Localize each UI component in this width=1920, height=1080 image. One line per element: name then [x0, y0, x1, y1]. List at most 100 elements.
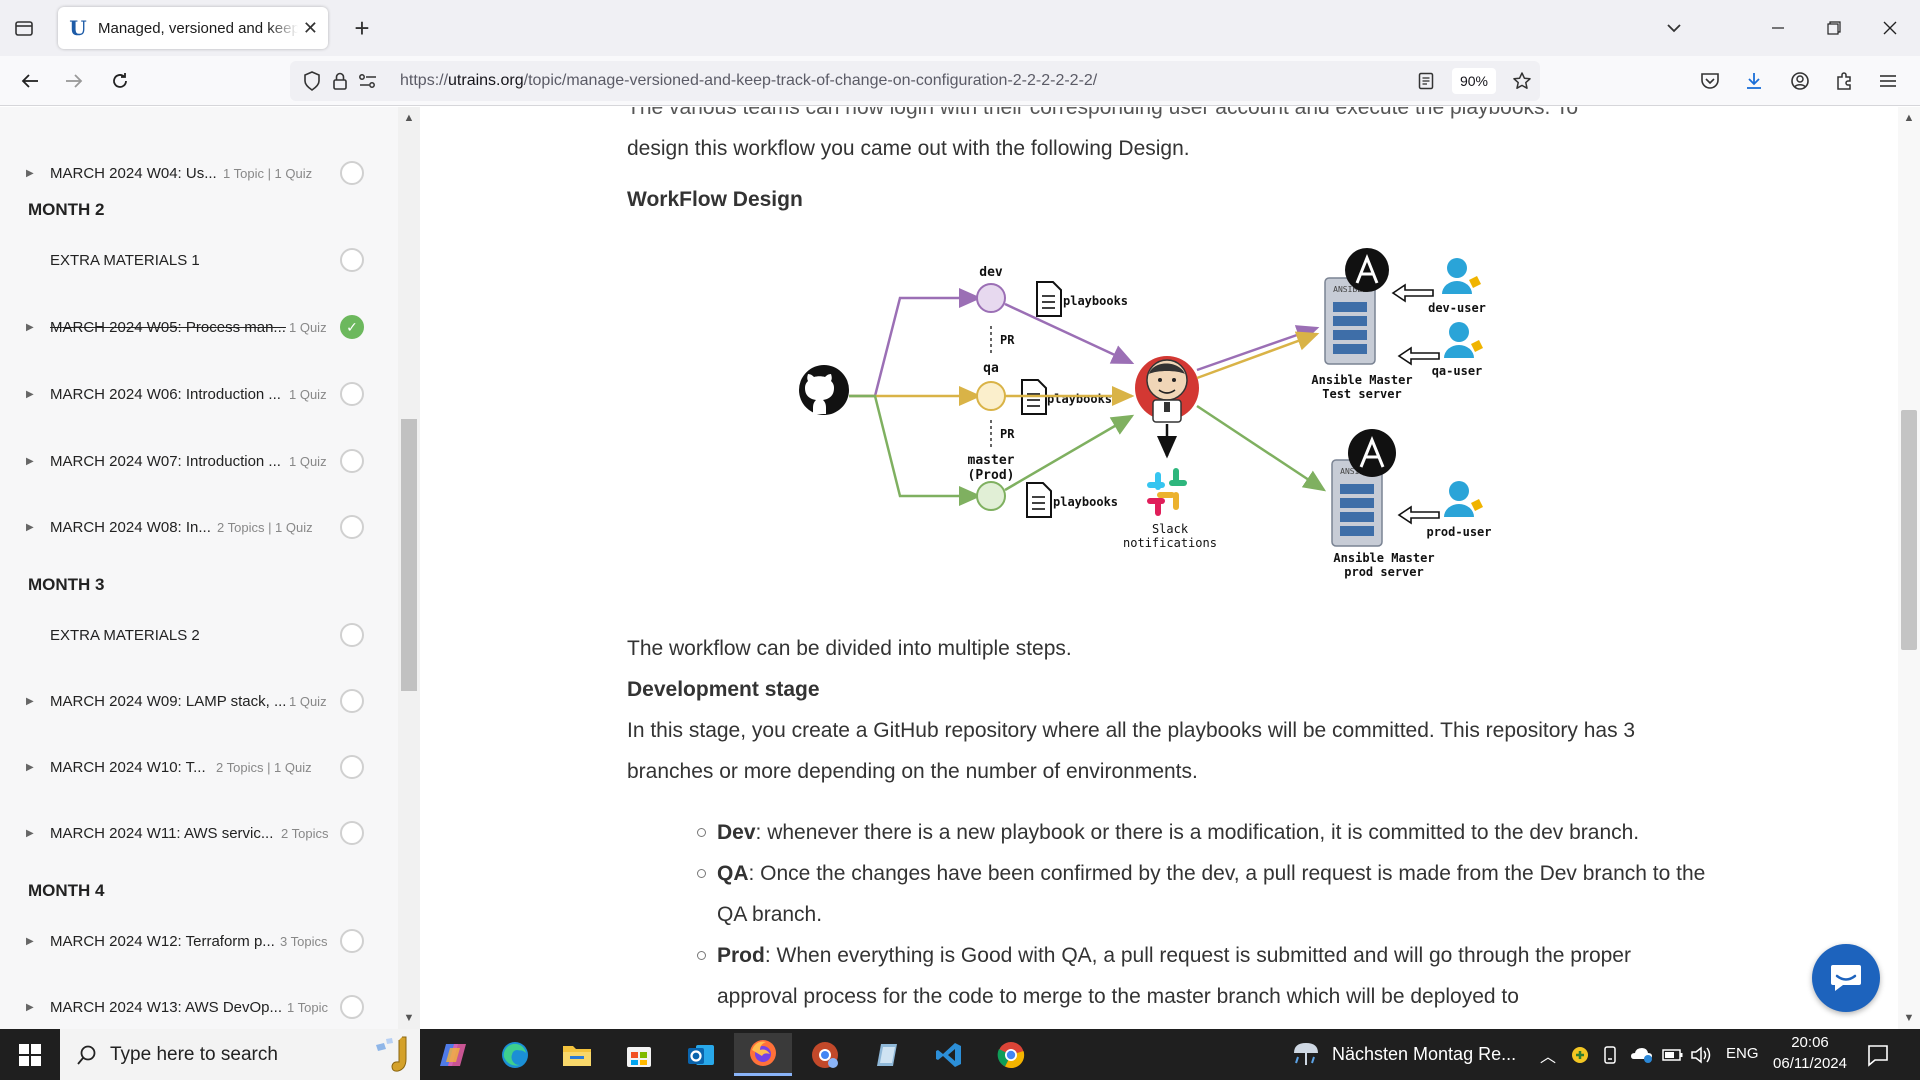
reload-icon[interactable]: [104, 65, 136, 97]
microsoft-store-icon[interactable]: [610, 1033, 668, 1076]
lesson-title: MARCH 2024 W06: Introduction ...: [50, 385, 281, 403]
outlook-icon[interactable]: [672, 1033, 730, 1076]
windows-start-icon[interactable]: [0, 1029, 60, 1080]
onedrive-sync-icon[interactable]: [1630, 1043, 1654, 1065]
progress-circle-icon: [340, 449, 364, 473]
expand-caret-icon[interactable]: ▶: [26, 828, 34, 839]
sidebar-scroll-thumb[interactable]: [401, 419, 417, 691]
lesson-row[interactable]: EXTRA MATERIALS 2: [0, 615, 380, 655]
bullet-text: : Once the changes have been confirmed b…: [717, 862, 1706, 926]
clock-time[interactable]: 20:06: [1778, 1034, 1842, 1051]
expand-caret-icon[interactable]: ▶: [26, 762, 34, 773]
lesson-row[interactable]: ▶ MARCH 2024 W09: LAMP stack, ... 1 Quiz: [0, 681, 380, 721]
lesson-meta: 1 Quiz: [289, 453, 327, 469]
prod-server-label: prod server: [1344, 565, 1423, 579]
bookmark-star-icon[interactable]: [1506, 65, 1538, 97]
back-icon[interactable]: [14, 65, 46, 97]
copilot-icon[interactable]: [424, 1033, 482, 1076]
expand-caret-icon[interactable]: ▶: [26, 456, 34, 467]
lesson-row[interactable]: ▶ MARCH 2024 W04: Us... 1 Topic | 1 Quiz: [0, 153, 380, 193]
notification-center-icon[interactable]: [1866, 1043, 1890, 1067]
lesson-row[interactable]: ▶ MARCH 2024 W12: Terraform p... 3 Topic…: [0, 921, 380, 961]
utrains-favicon-icon: U: [68, 16, 88, 40]
lesson-row[interactable]: ▶ MARCH 2024 W11: AWS servic... 2 Topics: [0, 813, 380, 853]
taskbar-search-input[interactable]: Type here to search: [60, 1029, 420, 1080]
lesson-row[interactable]: EXTRA MATERIALS 1: [0, 240, 380, 280]
close-window-icon[interactable]: [1862, 0, 1918, 56]
expand-caret-icon[interactable]: ▶: [26, 522, 34, 533]
lesson-meta: 3 Topics: [280, 933, 328, 949]
forward-icon[interactable]: [58, 65, 90, 97]
lesson-row[interactable]: ▶ MARCH 2024 W13: AWS DevOp... 1 Topic: [0, 987, 380, 1027]
expand-caret-icon[interactable]: ▶: [26, 696, 34, 707]
bullet-term: Dev: [717, 821, 756, 844]
battery-icon[interactable]: [1662, 1047, 1684, 1063]
hamburger-menu-icon[interactable]: [1872, 65, 1904, 97]
expand-caret-icon[interactable]: ▶: [26, 168, 34, 179]
lesson-content: The various teams can now login with the…: [420, 107, 1898, 1029]
volume-icon[interactable]: [1690, 1045, 1712, 1065]
downloads-icon[interactable]: [1738, 65, 1770, 97]
firefox-icon[interactable]: [734, 1033, 792, 1076]
lesson-row[interactable]: ▶ MARCH 2024 W10: T... 2 Topics | 1 Quiz: [0, 747, 380, 787]
minimize-icon[interactable]: [1750, 0, 1806, 56]
device-icon[interactable]: [1602, 1045, 1618, 1065]
page-scroll-thumb[interactable]: [1901, 410, 1917, 650]
lesson-row[interactable]: ▶ MARCH 2024 W07: Introduction ... 1 Qui…: [0, 441, 380, 481]
sidebar-scrollbar[interactable]: ▲ ▼: [398, 107, 420, 1029]
reader-view-icon[interactable]: [1410, 65, 1442, 97]
scroll-up-arrow-icon[interactable]: ▲: [1898, 107, 1920, 129]
pocket-icon[interactable]: [1694, 65, 1726, 97]
weather-text[interactable]: Nächsten Montag Re...: [1332, 1044, 1516, 1065]
month-heading: MONTH 2: [28, 200, 105, 219]
scroll-up-arrow-icon[interactable]: ▲: [398, 107, 420, 129]
github-icon: [799, 365, 849, 415]
tray-app-icon[interactable]: [1570, 1045, 1590, 1065]
lesson-row[interactable]: ▶ MARCH 2024 W05: Process man... 1 Quiz …: [0, 307, 380, 347]
chrome-icon[interactable]: [982, 1033, 1040, 1076]
tab-list-icon[interactable]: [8, 12, 40, 44]
intro-text: design this workflow you came out with t…: [627, 137, 1190, 160]
zoom-level-button[interactable]: 90%: [1452, 68, 1496, 94]
chrome-profile-icon[interactable]: [796, 1033, 854, 1076]
search-icon: [77, 1045, 96, 1065]
expand-caret-icon[interactable]: ▶: [26, 1002, 34, 1013]
restore-icon[interactable]: [1806, 0, 1862, 56]
progress-circle-icon: [340, 248, 364, 272]
language-indicator[interactable]: ENG: [1726, 1045, 1759, 1062]
tab-bar: U Managed, versioned and keep track ✕ +: [0, 0, 1920, 56]
expand-caret-icon[interactable]: ▶: [26, 322, 34, 333]
notes-app-icon[interactable]: [858, 1033, 916, 1076]
qa-branch-label: qa: [983, 361, 999, 376]
extensions-icon[interactable]: [1828, 65, 1860, 97]
url-bar[interactable]: https://utrains.org/topic/manage-version…: [290, 61, 1540, 101]
lesson-row[interactable]: ▶ MARCH 2024 W06: Introduction ... 1 Qui…: [0, 374, 380, 414]
ansible-test-server-icon: ANSIBLE: [1324, 248, 1389, 365]
page-scrollbar[interactable]: ▲ ▼: [1898, 107, 1920, 1029]
file-explorer-icon[interactable]: [548, 1033, 606, 1076]
edge-icon[interactable]: [486, 1033, 544, 1076]
playbook-document-icon: [1036, 281, 1062, 317]
lesson-meta: 1 Quiz: [289, 693, 327, 709]
lesson-title: EXTRA MATERIALS 2: [50, 626, 200, 644]
dev-branch-node: [976, 283, 1006, 313]
lesson-row[interactable]: ▶ MARCH 2024 W08: In... 2 Topics | 1 Qui…: [0, 507, 380, 547]
expand-caret-icon[interactable]: ▶: [26, 936, 34, 947]
clock-date[interactable]: 06/11/2024: [1768, 1055, 1852, 1072]
account-icon[interactable]: [1784, 65, 1816, 97]
chat-button[interactable]: [1812, 944, 1880, 1012]
list-all-tabs-icon[interactable]: [1660, 14, 1688, 42]
scroll-down-arrow-icon[interactable]: ▼: [398, 1007, 420, 1029]
new-tab-icon[interactable]: +: [346, 12, 378, 44]
show-hidden-icons-icon[interactable]: ︿: [1540, 1043, 1556, 1067]
active-tab[interactable]: U Managed, versioned and keep track ✕: [58, 7, 328, 49]
permissions-icon[interactable]: [352, 65, 384, 97]
partially-visible-text: The various teams can now login with the…: [627, 107, 1578, 119]
close-tab-icon[interactable]: ✕: [303, 18, 318, 39]
ansible-prod-server-icon: ANSIBLE: [1331, 429, 1396, 547]
scroll-down-arrow-icon[interactable]: ▼: [1898, 1007, 1920, 1029]
vscode-icon[interactable]: [920, 1033, 978, 1076]
prod-user-label: prod-user: [1426, 525, 1491, 539]
lesson-meta: 1 Topic | 1 Quiz: [223, 165, 313, 181]
expand-caret-icon[interactable]: ▶: [26, 389, 34, 400]
